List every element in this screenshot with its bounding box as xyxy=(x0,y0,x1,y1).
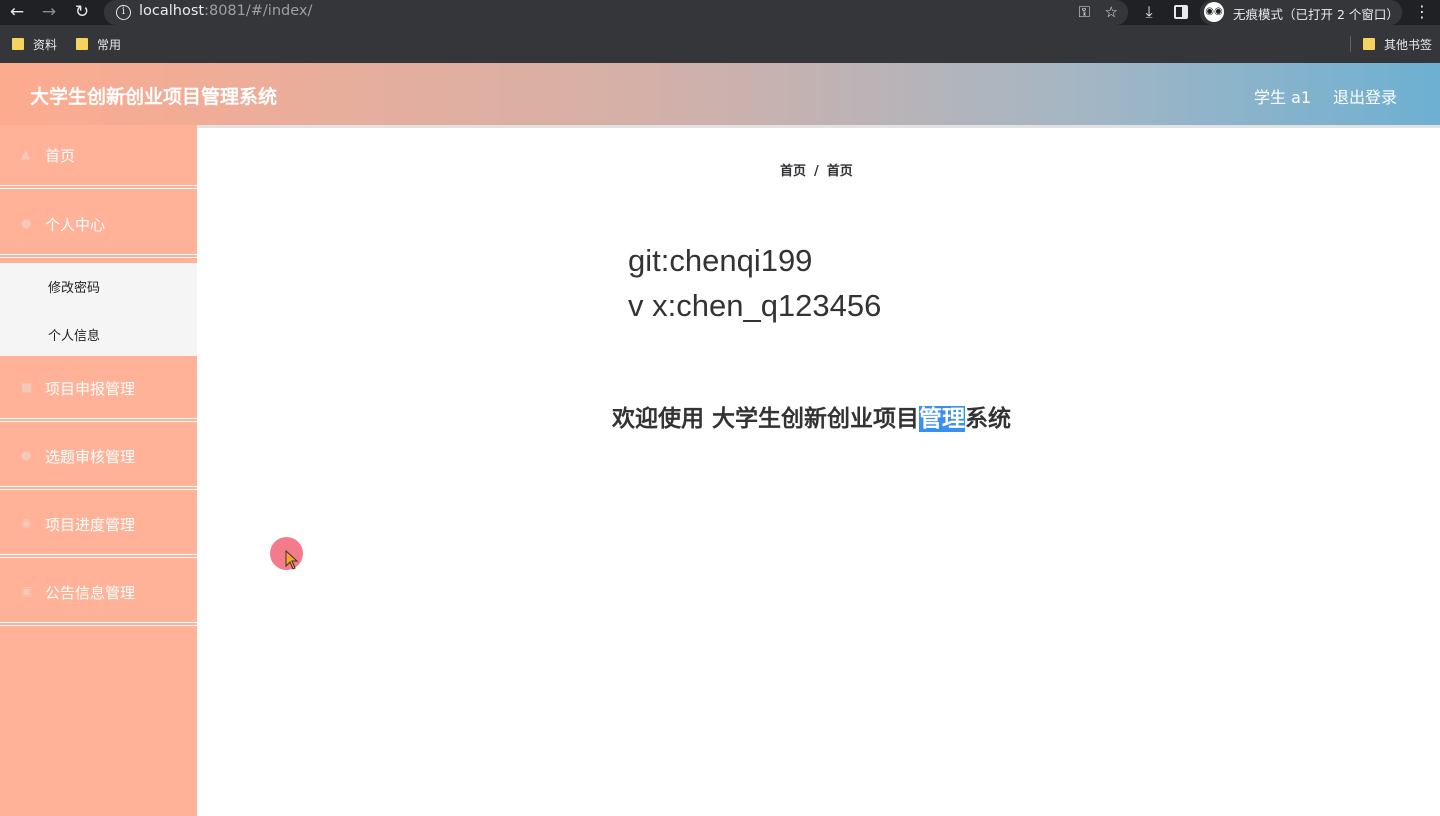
progress-icon: ◉ xyxy=(21,516,32,530)
forward-arrow-icon[interactable]: → xyxy=(38,1,60,23)
incognito-indicator[interactable]: ◉◉ 无痕模式（已打开 2 个窗口） xyxy=(1200,0,1402,25)
browser-menu-icon[interactable]: ⋮ xyxy=(1413,1,1431,23)
submenu-label: 个人信息 xyxy=(48,329,101,344)
breadcrumb: 首页 / 首页 xyxy=(780,160,853,179)
folder-icon xyxy=(76,38,88,50)
home-icon: ▲ xyxy=(21,147,31,161)
menu-divider xyxy=(0,184,197,190)
sidebar-item-announcements[interactable]: ▣ 公告信息管理 xyxy=(0,563,197,621)
bookmark-label: 常用 xyxy=(97,38,122,52)
bookmark-label: 其他书签 xyxy=(1384,38,1433,52)
current-user: 学生 a1 xyxy=(1254,88,1312,107)
info-icon[interactable]: i xyxy=(116,5,131,20)
user-icon: ● xyxy=(21,448,32,462)
side-panel-icon[interactable] xyxy=(1174,5,1188,19)
breadcrumb-current: 首页 xyxy=(826,164,853,179)
incognito-label: 无痕模式（已打开 2 个窗口） xyxy=(1233,7,1399,22)
submenu-item-change-password[interactable]: 修改密码 xyxy=(0,263,197,307)
sidebar-item-label: 选题审核管理 xyxy=(45,448,136,466)
other-bookmarks[interactable]: 其他书签 xyxy=(1363,36,1432,53)
menu-divider xyxy=(0,621,197,627)
key-icon[interactable]: ⚿ xyxy=(1079,1,1090,23)
sidebar-item-personal-center[interactable]: ● 个人中心 xyxy=(0,195,197,253)
menu-divider xyxy=(0,485,197,491)
folder-icon: ■ xyxy=(21,380,33,394)
user-icon: ● xyxy=(21,216,32,230)
contact-git: git:chenqi199 xyxy=(628,243,813,278)
download-icon[interactable]: ⤓ xyxy=(1138,1,1160,23)
logout-button[interactable]: 退出登录 xyxy=(1333,84,1397,108)
app-title: 大学生创新创业项目管理系统 xyxy=(30,86,278,108)
submenu-item-personal-info[interactable]: 个人信息 xyxy=(0,311,197,355)
reload-icon[interactable]: ↻ xyxy=(71,1,93,23)
welcome-text: 系统 xyxy=(965,406,1012,432)
bookmark-label: 资料 xyxy=(33,38,58,52)
folder-icon xyxy=(12,38,24,50)
contact-wechat: v x:chen_q123456 xyxy=(628,288,882,323)
menu-divider xyxy=(0,417,197,423)
breadcrumb-home[interactable]: 首页 xyxy=(780,164,806,179)
back-arrow-icon[interactable]: ← xyxy=(6,1,28,23)
notice-icon: ▣ xyxy=(21,584,33,598)
bookmark-folder[interactable]: 资料 xyxy=(12,36,57,53)
sidebar-item-label: 项目进度管理 xyxy=(45,516,136,534)
menu-divider xyxy=(0,553,197,559)
star-icon[interactable]: ☆ xyxy=(1105,1,1118,23)
submenu-label: 修改密码 xyxy=(48,281,101,296)
header-divider xyxy=(0,125,1440,128)
incognito-icon: ◉◉ xyxy=(1204,2,1224,22)
sidebar-item-project-progress[interactable]: ◉ 项目进度管理 xyxy=(0,495,197,553)
sidebar-item-label: 个人中心 xyxy=(45,216,106,234)
sidebar-item-project-application[interactable]: ■ 项目申报管理 xyxy=(0,359,197,417)
menu-divider xyxy=(0,253,197,259)
sidebar-item-label: 项目申报管理 xyxy=(45,380,136,398)
bookmark-separator xyxy=(1350,36,1351,52)
sidebar-item-topic-review[interactable]: ● 选题审核管理 xyxy=(0,427,197,485)
breadcrumb-separator: / xyxy=(814,164,819,179)
welcome-message: 欢迎使用 大学生创新创业项目管理系统 xyxy=(612,399,1011,433)
address-bar[interactable]: i localhost:8081/#/index/ ⚿ ☆ xyxy=(104,0,1128,25)
bookmarks-bar: 资料 常用 其他书签 xyxy=(0,25,1440,63)
url-path: :8081/#/index/ xyxy=(204,3,313,19)
sidebar-item-home[interactable]: ▲ 首页 xyxy=(0,126,197,184)
selected-text: 管理 xyxy=(919,406,966,432)
app-header: 大学生创新创业项目管理系统 学生 a1 退出登录 xyxy=(0,63,1440,125)
url-text[interactable]: localhost:8081/#/index/ xyxy=(139,3,312,19)
browser-toolbar: ← → ↻ i localhost:8081/#/index/ ⚿ ☆ ⤓ ◉◉… xyxy=(0,0,1440,25)
bookmark-folder[interactable]: 常用 xyxy=(76,36,121,53)
sidebar-item-label: 首页 xyxy=(45,147,76,165)
mouse-cursor-icon xyxy=(285,550,299,570)
folder-icon xyxy=(1363,38,1375,50)
personal-center-submenu: 修改密码 个人信息 xyxy=(0,263,197,356)
url-host: localhost xyxy=(139,3,205,19)
sidebar-item-label: 公告信息管理 xyxy=(45,584,136,602)
welcome-text: 欢迎使用 大学生创新创业项目 xyxy=(612,406,920,432)
